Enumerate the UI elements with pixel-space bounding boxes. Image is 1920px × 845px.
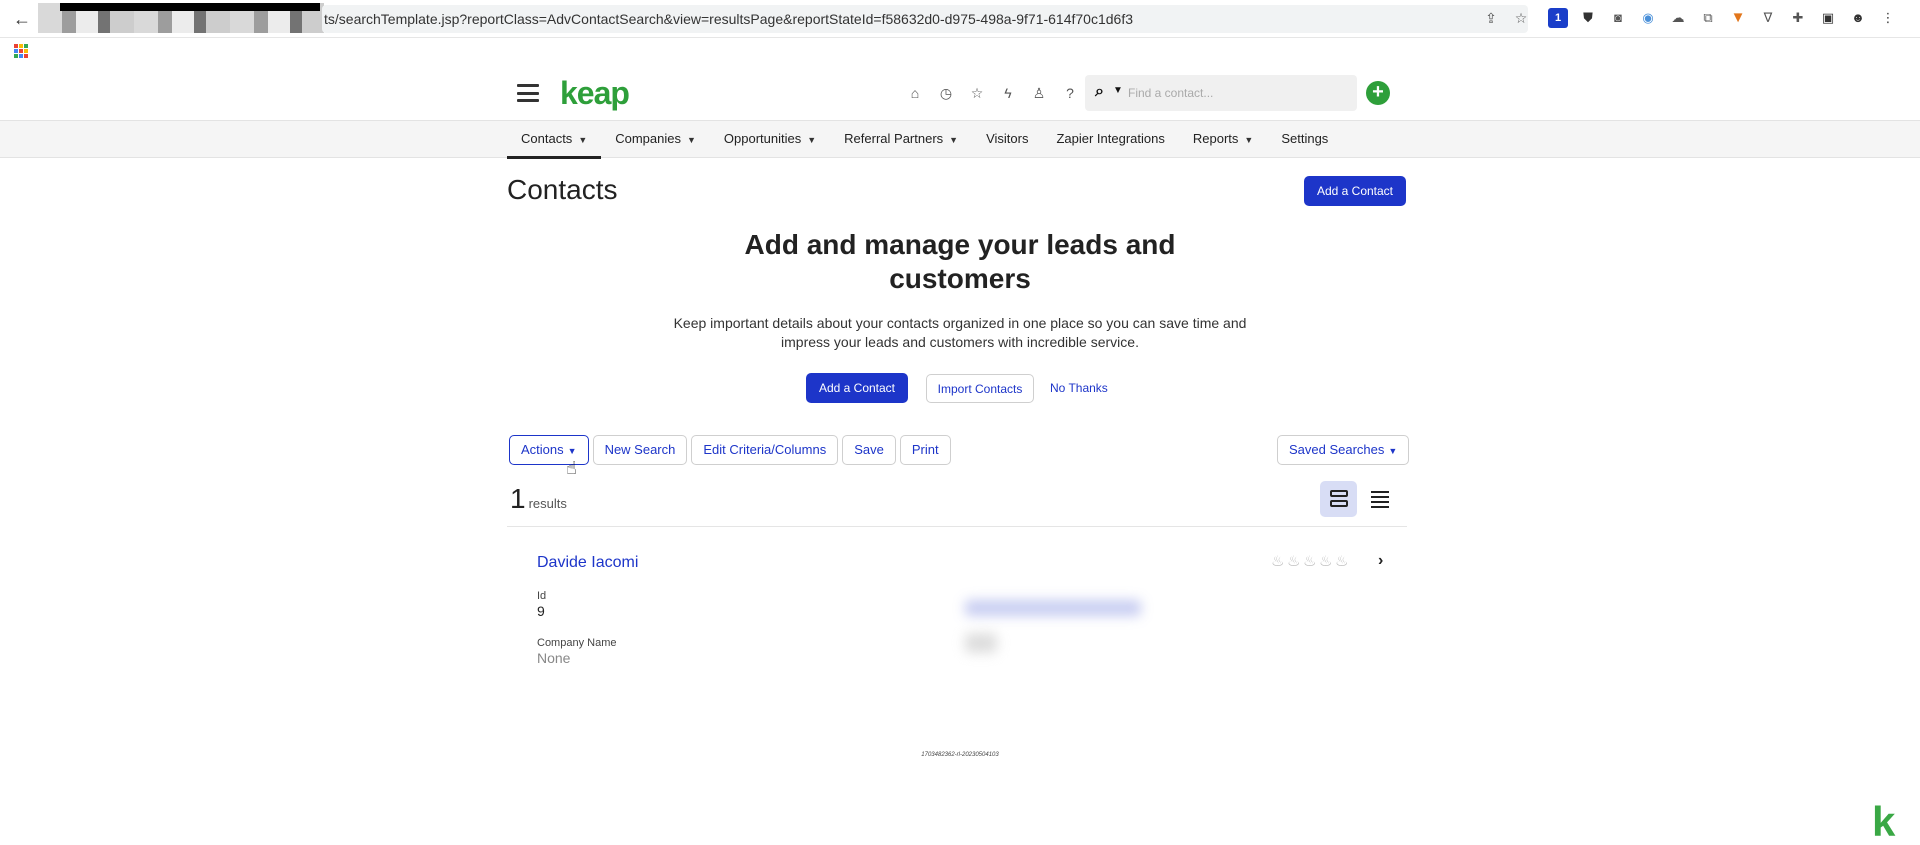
- chevron-down-icon: ▼: [567, 446, 577, 456]
- no-thanks-link[interactable]: No Thanks: [1044, 374, 1114, 403]
- tab-visitors[interactable]: Visitors: [972, 121, 1042, 159]
- id-label: Id: [537, 590, 547, 602]
- contact-name-link[interactable]: Davide Iacomi: [537, 554, 638, 572]
- flame-icon: ♨: [1303, 553, 1317, 570]
- zap-icon[interactable]: ϟ: [999, 84, 1017, 102]
- divider: [507, 526, 1407, 527]
- flame-icon: ♨: [1319, 553, 1333, 570]
- hamburger-menu-icon[interactable]: [517, 84, 539, 102]
- apps-grid-icon[interactable]: [14, 44, 28, 58]
- keap-logo[interactable]: keap: [560, 75, 630, 112]
- contact-card[interactable]: Davide Iacomi ♨ ♨ ♨ ♨ ♨ › Id 9 Company N…: [507, 530, 1407, 670]
- import-contacts-button[interactable]: Import Contacts: [926, 374, 1034, 403]
- tab-referral-partners[interactable]: Referral Partners ▼: [830, 121, 972, 159]
- hero-add-contact-button[interactable]: Add a Contact: [806, 373, 908, 403]
- hero-title: Add and manage your leads and customers: [744, 229, 1176, 294]
- hero-description: Keep important details about your contac…: [673, 315, 1247, 350]
- tab-settings[interactable]: Settings: [1267, 121, 1342, 159]
- tab-zapier-integrations[interactable]: Zapier Integrations: [1042, 121, 1178, 159]
- tab-reports[interactable]: Reports ▼: [1179, 121, 1267, 159]
- bookmark-star-icon[interactable]: ☆: [1512, 8, 1530, 28]
- shield-extension-icon[interactable]: ⛊: [1578, 8, 1598, 28]
- camera-extension-icon[interactable]: ◙: [1608, 8, 1628, 28]
- quick-add-button[interactable]: +: [1366, 81, 1390, 105]
- main-nav: Contacts ▼ Companies ▼ Opportunities ▼ Refe…: [0, 120, 1920, 159]
- app-header: keap ⌂ ◷ ☆ ϟ ♙ ? ⌕ ▼ +: [0, 66, 1920, 120]
- address-bar[interactable]: ts/searchTemplate.jsp?reportClass=AdvCon…: [322, 5, 1528, 33]
- chevron-down-icon: ▼: [687, 135, 696, 145]
- save-button[interactable]: Save: [842, 435, 896, 465]
- print-button[interactable]: Print: [899, 435, 951, 465]
- browser-toolbar: ← ts/searchTemplate.jsp?reportClass=AdvC…: [0, 0, 1920, 38]
- new-search-button[interactable]: New Search: [592, 435, 688, 465]
- circle-extension-icon[interactable]: ◉: [1638, 8, 1658, 28]
- tab-companies[interactable]: Companies ▼: [601, 121, 710, 159]
- chevron-down-icon: ▼: [578, 135, 588, 145]
- lead-score: ♨ ♨ ♨ ♨ ♨: [1271, 552, 1349, 572]
- search-input[interactable]: [1128, 75, 1348, 111]
- profile-avatar-icon[interactable]: ☻: [1848, 8, 1868, 28]
- browser-menu-icon[interactable]: ⋮: [1878, 8, 1898, 28]
- flame-icon: ♨: [1335, 553, 1349, 570]
- contact-search[interactable]: ⌕ ▼: [1085, 75, 1357, 111]
- redacted-bar: [60, 3, 320, 11]
- tab-contacts[interactable]: Contacts ▼: [507, 121, 602, 159]
- user-icon[interactable]: ♙: [1030, 84, 1048, 102]
- id-value: 9: [537, 603, 545, 619]
- saved-searches-dropdown[interactable]: Saved Searches ▼: [1277, 435, 1410, 465]
- chevron-down-icon[interactable]: ▼: [1113, 85, 1123, 96]
- hand-cursor-icon: ☝: [566, 458, 577, 478]
- card-view-toggle-icon[interactable]: [1320, 481, 1357, 517]
- star-icon[interactable]: ☆: [968, 84, 986, 102]
- sidebar-toggle-icon[interactable]: ▣: [1818, 8, 1838, 28]
- flame-icon: ♨: [1287, 553, 1301, 570]
- home-icon[interactable]: ⌂: [906, 84, 924, 102]
- results-summary: 1 results: [510, 483, 567, 515]
- share-icon[interactable]: ⇪: [1482, 8, 1500, 28]
- help-icon[interactable]: ?: [1061, 84, 1079, 102]
- keap-corner-logo: k: [1872, 798, 1896, 845]
- cloud-extension-icon[interactable]: ☁: [1668, 8, 1688, 28]
- company-label: Company Name: [537, 637, 617, 649]
- code-extension-icon[interactable]: ⧉: [1698, 8, 1718, 28]
- puzzle-extensions-icon[interactable]: ✚: [1788, 8, 1808, 28]
- chevron-down-icon: ▼: [1388, 446, 1398, 456]
- vue-extension-icon[interactable]: ∇: [1758, 8, 1778, 28]
- tab-opportunities[interactable]: Opportunities ▼: [710, 121, 830, 159]
- add-contact-button[interactable]: Add a Contact: [1304, 176, 1406, 206]
- results-label: results: [528, 496, 567, 511]
- clock-icon[interactable]: ◷: [937, 84, 955, 102]
- company-value: None: [537, 650, 571, 666]
- blurred-field: [965, 633, 997, 653]
- chevron-down-icon: ▼: [1244, 135, 1254, 145]
- bookmarks-bar: [0, 38, 330, 66]
- chevron-down-icon: ▼: [949, 135, 959, 145]
- metamask-fox-icon[interactable]: ▼: [1728, 8, 1748, 28]
- list-view-toggle-icon[interactable]: [1368, 483, 1392, 515]
- blurred-email: [965, 600, 1141, 616]
- edit-criteria-button[interactable]: Edit Criteria/Columns: [691, 435, 839, 465]
- flame-icon: ♨: [1271, 553, 1285, 570]
- extension-badge-icon[interactable]: 1: [1548, 8, 1568, 28]
- page-title: Contacts: [507, 174, 618, 205]
- results-count: 1: [510, 483, 526, 514]
- chevron-right-icon[interactable]: ›: [1378, 552, 1383, 570]
- back-arrow-icon[interactable]: ←: [10, 7, 34, 31]
- chevron-down-icon: ▼: [807, 135, 817, 145]
- search-icon[interactable]: ⌕: [1095, 83, 1104, 101]
- build-id: 1703482362-rl-20230504103: [921, 752, 999, 758]
